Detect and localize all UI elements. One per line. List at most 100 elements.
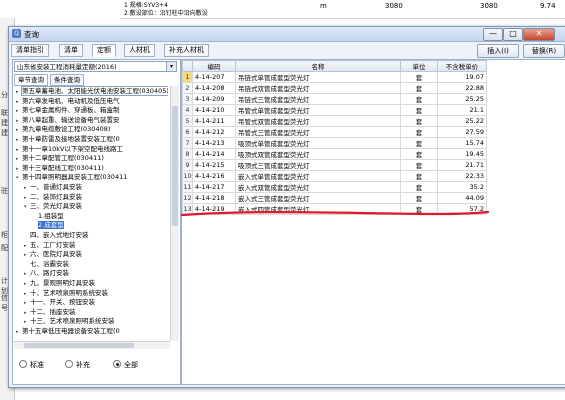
- table-row[interactable]: 9 4-14-215 吸顶式三管成套型荧光灯套 21.71: [182, 159, 487, 171]
- row-number: 10: [182, 170, 193, 182]
- tree-node[interactable]: 1.组装型: [32, 212, 64, 220]
- tab-quota[interactable]: 定额: [92, 44, 116, 57]
- quota-name: 嵌入式双管成套型荧光灯: [235, 181, 401, 193]
- quota-name: 吸顶式三管成套型荧光灯: [235, 159, 401, 171]
- tree-node[interactable]: ▸ 第八章起重、输送设备电气装置安: [16, 116, 120, 124]
- tab-condition-query[interactable]: 条件查询: [50, 74, 84, 86]
- tab-bill-guide[interactable]: 清单指引: [11, 44, 49, 57]
- radio-all[interactable]: 全部: [113, 360, 138, 370]
- tree-node[interactable]: ▸ 一、普通灯具安装: [24, 183, 82, 191]
- table-row[interactable]: 1 4-14-207 吊链式单管成套型荧光灯套 19.07: [182, 71, 487, 83]
- unit-price: 22.33: [437, 170, 487, 182]
- table-row[interactable]: 3 4-14-209 吊链式三管成套型荧光灯套 25.25: [182, 93, 487, 105]
- quota-code: 4-14-218: [192, 192, 236, 204]
- quota-code: 4-14-208: [192, 82, 236, 94]
- tree-node[interactable]: ▸ 第六章发电机、电动机及低压电气: [16, 97, 120, 105]
- unit-price: 15.74: [437, 137, 487, 149]
- header-name[interactable]: 名称: [235, 60, 401, 72]
- tree-node[interactable]: ▸ 第十二章配管工程(030411): [16, 154, 104, 162]
- insert-button[interactable]: 插入(I): [477, 44, 519, 58]
- tab-bill[interactable]: 清单: [59, 44, 83, 57]
- table-row[interactable]: 8 4-14-214 吸顶式双管成套型荧光灯套 19.45: [182, 148, 487, 160]
- tree-node-label: 一、普通灯具安装: [30, 183, 82, 191]
- tree-node[interactable]: ▾ 第十四章照明器具安装工程(030411: [16, 173, 127, 181]
- header-code[interactable]: 编码: [192, 60, 236, 72]
- chevron-down-icon[interactable]: ▾: [166, 62, 176, 71]
- tree-horizontal-scrollbar[interactable]: [14, 341, 170, 349]
- unit-price: 27.59: [437, 126, 487, 138]
- quota-unit: 套: [400, 159, 438, 171]
- table-row[interactable]: 6 4-14-212 吊管式三管成套型荧光灯套 27.59: [182, 126, 487, 138]
- quota-code: 4-14-217: [192, 181, 236, 193]
- tree-node[interactable]: ▸ 第七章金属构件、穿通板、箱盒制: [16, 106, 120, 114]
- tab-labor-material[interactable]: 人材机: [124, 44, 155, 57]
- tree-node[interactable]: ▸ 十二、插座安装: [24, 308, 76, 316]
- unit-price: 25.25: [437, 93, 487, 105]
- tree-node[interactable]: ▸ 八、路灯安装: [24, 269, 69, 277]
- quota-code: 4-14-219: [192, 203, 236, 215]
- tree-node[interactable]: ▸ 五、工厂灯安装: [24, 241, 76, 249]
- background-table-row: 1 规格:SYV3+4 2 敷设部位：沿钉柱中沿向敷设 m 3080 3080 …: [120, 0, 565, 19]
- table-row[interactable]: 12 4-14-218 嵌入式三管成套型荧光灯套 44.09: [182, 192, 487, 204]
- tree-node[interactable]: ▸ 第十三章配线工程(030411): [16, 164, 104, 172]
- tree-node-label: 第十章防雷及接地装置安装工程(0: [22, 135, 120, 143]
- quota-unit: 套: [400, 148, 438, 160]
- tree-node-label: 第十三章配线工程(030411): [22, 163, 104, 172]
- tree-node[interactable]: ▸ 第十章防雷及接地装置安装工程(0: [16, 135, 120, 143]
- row-number: 7: [182, 137, 193, 149]
- tree-node-label: 七、浴霸安装: [30, 259, 69, 268]
- dialog-toolbar: 清单指引 清单 定额 人材机 补充人材机 插入(I) 替换(R): [9, 42, 565, 58]
- tree-node-label: 二、装饰灯具安装: [30, 192, 82, 201]
- app-icon: Q: [12, 29, 21, 38]
- radio-standard[interactable]: 标准: [19, 360, 44, 370]
- tree-node-label: 第七章金属构件、穿通板、箱盒制: [22, 106, 120, 115]
- dialog-titlebar[interactable]: Q 查询 — □ ✕: [9, 27, 565, 42]
- tree-node[interactable]: ▸ 第十五章低压电器设备安装工程(0: [16, 327, 120, 335]
- background-fragment: 联: [1, 109, 8, 117]
- unit-price: 22.88: [437, 82, 487, 94]
- quota-unit: 套: [400, 93, 438, 105]
- tree-node[interactable]: ▸ 第十一章10kV以下架空配电线路工: [16, 145, 123, 153]
- tree-node[interactable]: ▾ 三、荧光灯具安装: [24, 202, 82, 210]
- row-number: 6: [182, 126, 193, 138]
- quota-name: 嵌入式单管成套型荧光灯: [235, 170, 401, 182]
- tree-node[interactable]: ▸ 十一、开关、按钮安装: [24, 298, 95, 306]
- minimize-button[interactable]: —: [483, 28, 503, 41]
- quota-name: 吸顶式单管成套型荧光灯: [235, 137, 401, 149]
- tree-node[interactable]: 四、嵌入式地灯安装: [24, 231, 89, 239]
- tree-node-label: 五、工厂灯安装: [30, 240, 76, 249]
- tree-node[interactable]: ▸ 二、装饰灯具安装: [24, 193, 82, 201]
- tree-node[interactable]: ▸ 十三、艺术喷泉照明系统安装: [24, 317, 115, 325]
- table-row[interactable]: 7 4-14-213 吸顶式单管成套型荧光灯套 15.74: [182, 137, 487, 149]
- background-fragment: 柜: [1, 231, 8, 239]
- replace-button[interactable]: 替换(R): [523, 44, 565, 58]
- table-row[interactable]: 5 4-14-211 吊管式双管成套型荧光灯套 25.22: [182, 115, 487, 127]
- tab-supplement-labor-material[interactable]: 补充人材机: [164, 44, 209, 57]
- table-row[interactable]: 10 4-14-216 嵌入式单管成套型荧光灯套 22.33: [182, 170, 487, 182]
- tree-node[interactable]: ▸ 十、艺术喷泉照明系统安装: [24, 289, 108, 297]
- quota-code: 4-14-212: [192, 126, 236, 138]
- table-row[interactable]: 2 4-14-208 吊链式双管成套型荧光灯套 22.88: [182, 82, 487, 94]
- header-index: [182, 60, 193, 72]
- tree-node[interactable]: 七、浴霸安装: [24, 260, 69, 268]
- radio-supplement[interactable]: 补充: [65, 360, 90, 370]
- row-number: 2: [182, 82, 193, 94]
- header-unit[interactable]: 单位: [400, 60, 438, 72]
- quota-set-select[interactable]: 山东省安装工程消耗量定额(2016) ▾: [14, 61, 177, 72]
- quota-name: 嵌入式三管成套型荧光灯: [235, 192, 401, 204]
- table-row[interactable]: 11 4-14-217 嵌入式双管成套型荧光灯套 35.2: [182, 181, 487, 193]
- maximize-button[interactable]: □: [503, 28, 523, 41]
- table-row[interactable]: 4 4-14-210 吊管式单管成套型荧光灯套 21.1: [182, 104, 487, 116]
- tree-node[interactable]: 2.成套型: [32, 221, 64, 230]
- tree-node[interactable]: ▸ 第九章电缆敷设工程(030408): [16, 125, 110, 133]
- header-unit-price[interactable]: 不含税单价: [437, 60, 487, 72]
- tree-node-label: 四、嵌入式地灯安装: [30, 231, 89, 239]
- tree-node[interactable]: ▸ 九、景观照明灯具安装: [24, 279, 95, 287]
- tree-node[interactable]: ▸ 第五章蓄电池、太阳能光伏电池安装工程(030405): [16, 86, 168, 96]
- tree-vertical-scrollbar[interactable]: [170, 86, 179, 341]
- close-button[interactable]: ✕: [523, 28, 555, 41]
- tree-node[interactable]: ▸ 六、医院灯具安装: [24, 250, 82, 258]
- table-row[interactable]: 13 4-14-219 嵌入式四管成套型荧光灯套 57.2: [182, 203, 487, 215]
- tab-chapter-query[interactable]: 章节查询: [14, 74, 48, 86]
- quota-code: 4-14-211: [192, 115, 236, 127]
